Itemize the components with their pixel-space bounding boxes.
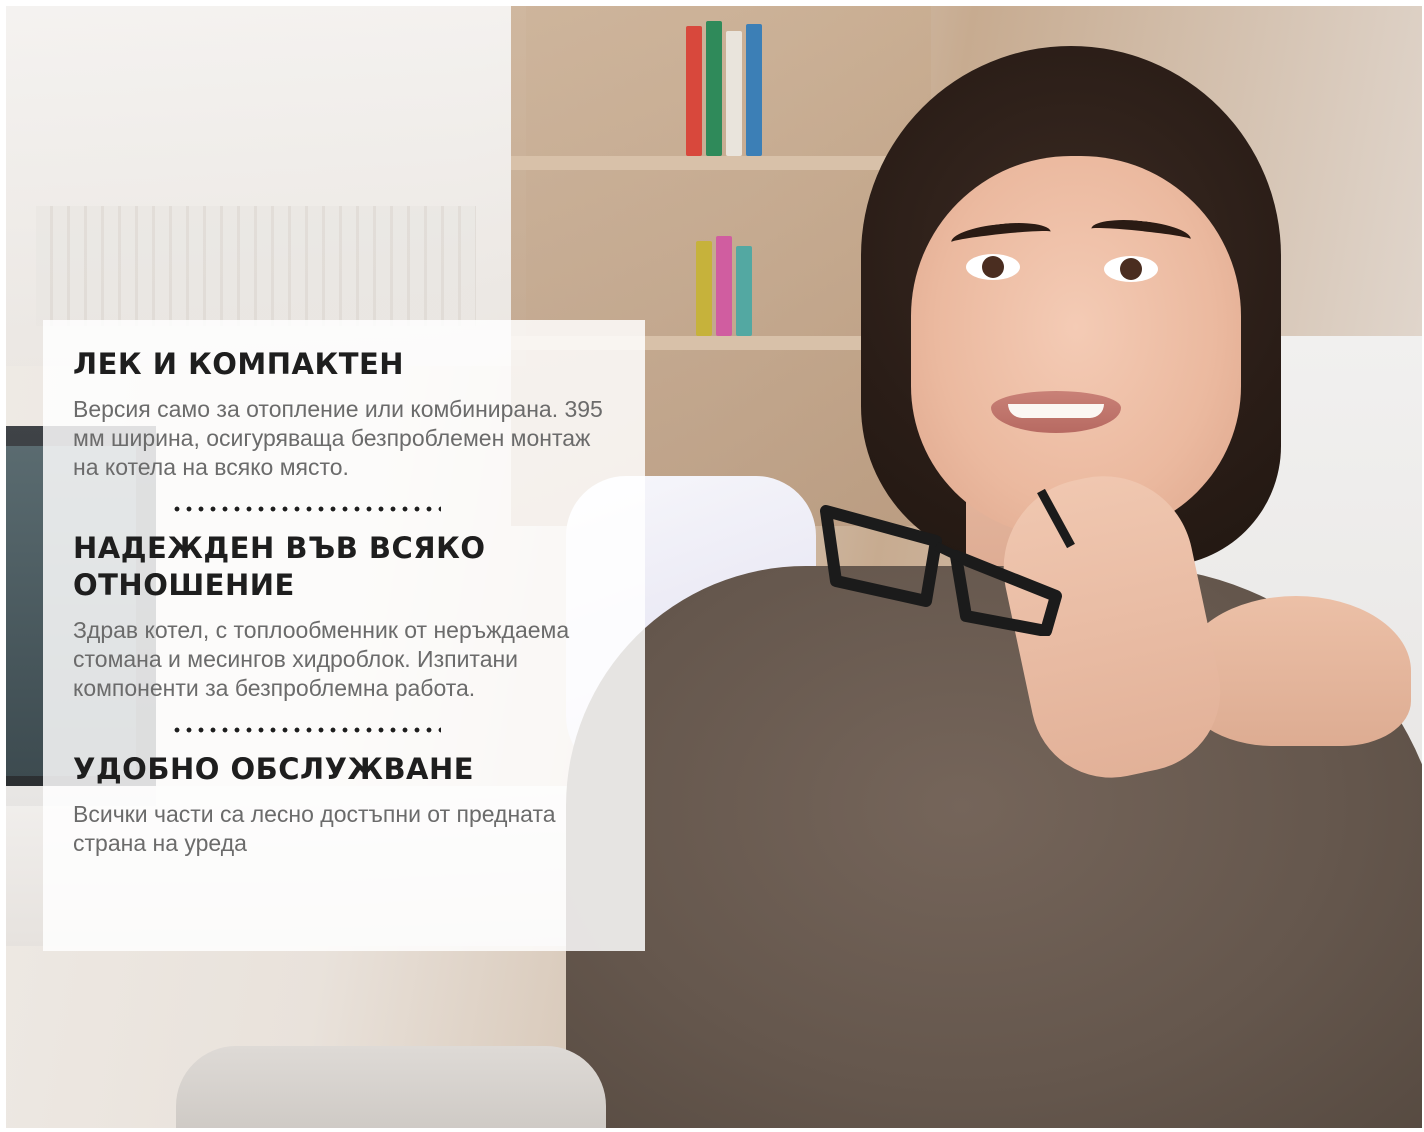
feature-description: Версия само за отопление или комбинирана… bbox=[73, 396, 603, 480]
book bbox=[706, 21, 722, 156]
book bbox=[736, 246, 752, 336]
right-eye bbox=[1104, 256, 1158, 282]
hero-section: ЛЕК И КОМПАКТЕН Версия само за отопление… bbox=[6, 6, 1422, 1128]
feature-item: УДОБНО ОБСЛУЖВАНЕ Всички части са лесно … bbox=[73, 751, 615, 858]
shelf-board bbox=[511, 156, 931, 170]
eyeglasses bbox=[820, 488, 1075, 636]
book bbox=[686, 26, 702, 156]
feature-title: УДОБНО ОБСЛУЖВАНЕ bbox=[73, 752, 475, 786]
feature-description: Здрав котел, с топлообменник от неръждае… bbox=[73, 617, 570, 701]
left-eye bbox=[966, 254, 1020, 280]
feature-title: ЛЕК И КОМПАКТЕН bbox=[73, 347, 405, 381]
chair-armrest bbox=[176, 1046, 606, 1128]
feature-description: Всички части са лесно достъпни от предна… bbox=[73, 801, 556, 856]
background-radiator bbox=[36, 206, 476, 326]
book bbox=[746, 24, 762, 156]
book bbox=[716, 236, 732, 336]
book bbox=[696, 241, 712, 336]
woman-smile bbox=[1008, 404, 1104, 418]
dotted-divider bbox=[171, 727, 441, 733]
feature-item: НАДЕЖДЕН ВЪВ ВСЯКО ОТНОШЕНИЕ Здрав котел… bbox=[73, 530, 615, 703]
feature-title: НАДЕЖДЕН ВЪВ ВСЯКО ОТНОШЕНИЕ bbox=[73, 531, 486, 602]
dotted-divider bbox=[171, 506, 441, 512]
book bbox=[726, 31, 742, 156]
features-panel: ЛЕК И КОМПАКТЕН Версия само за отопление… bbox=[43, 320, 645, 951]
feature-item: ЛЕК И КОМПАКТЕН Версия само за отопление… bbox=[73, 346, 615, 482]
